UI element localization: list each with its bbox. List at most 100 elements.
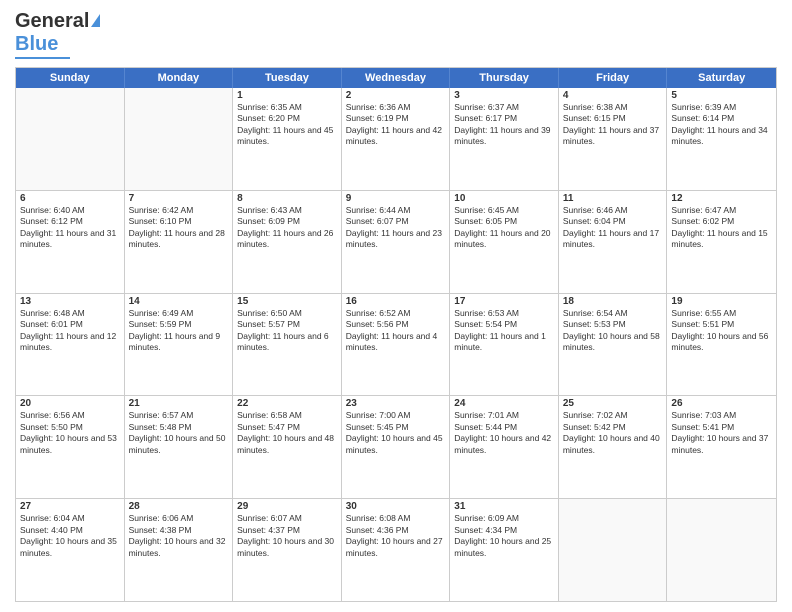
day-number: 2 [346,90,446,101]
daylight-text: Daylight: 11 hours and 42 minutes. [346,125,446,148]
daylight-text: Daylight: 10 hours and 50 minutes. [129,433,229,456]
sunset-text: Sunset: 4:37 PM [237,525,337,536]
header-day-saturday: Saturday [667,68,776,88]
header-day-friday: Friday [559,68,668,88]
day-number: 16 [346,296,446,307]
sunset-text: Sunset: 6:12 PM [20,216,120,227]
daylight-text: Daylight: 11 hours and 4 minutes. [346,331,446,354]
sunset-text: Sunset: 4:38 PM [129,525,229,536]
day-number: 15 [237,296,337,307]
sunset-text: Sunset: 5:53 PM [563,319,663,330]
daylight-text: Daylight: 10 hours and 40 minutes. [563,433,663,456]
sunset-text: Sunset: 5:44 PM [454,422,554,433]
day-number: 7 [129,193,229,204]
calendar-cell: 17Sunrise: 6:53 AMSunset: 5:54 PMDayligh… [450,294,559,396]
calendar-cell: 15Sunrise: 6:50 AMSunset: 5:57 PMDayligh… [233,294,342,396]
sunrise-text: Sunrise: 6:40 AM [20,205,120,216]
day-number: 23 [346,398,446,409]
day-number: 13 [20,296,120,307]
day-number: 3 [454,90,554,101]
day-number: 12 [671,193,772,204]
sunset-text: Sunset: 5:45 PM [346,422,446,433]
sunset-text: Sunset: 6:07 PM [346,216,446,227]
day-number: 10 [454,193,554,204]
sunrise-text: Sunrise: 6:52 AM [346,308,446,319]
logo-blue: Blue [15,33,58,56]
sunset-text: Sunset: 5:50 PM [20,422,120,433]
calendar-cell: 20Sunrise: 6:56 AMSunset: 5:50 PMDayligh… [16,396,125,498]
day-number: 31 [454,501,554,512]
sunrise-text: Sunrise: 6:09 AM [454,513,554,524]
calendar-cell: 7Sunrise: 6:42 AMSunset: 6:10 PMDaylight… [125,191,234,293]
day-number: 27 [20,501,120,512]
sunset-text: Sunset: 5:57 PM [237,319,337,330]
daylight-text: Daylight: 11 hours and 45 minutes. [237,125,337,148]
calendar-row: 20Sunrise: 6:56 AMSunset: 5:50 PMDayligh… [16,395,776,498]
sunrise-text: Sunrise: 6:48 AM [20,308,120,319]
daylight-text: Daylight: 10 hours and 32 minutes. [129,536,229,559]
sunrise-text: Sunrise: 6:07 AM [237,513,337,524]
day-number: 18 [563,296,663,307]
sunrise-text: Sunrise: 6:46 AM [563,205,663,216]
day-number: 26 [671,398,772,409]
sunset-text: Sunset: 4:36 PM [346,525,446,536]
day-number: 30 [346,501,446,512]
sunrise-text: Sunrise: 6:50 AM [237,308,337,319]
sunset-text: Sunset: 5:59 PM [129,319,229,330]
day-number: 29 [237,501,337,512]
page: General Blue SundayMondayTuesdayWednesda… [0,0,792,612]
calendar-cell: 14Sunrise: 6:49 AMSunset: 5:59 PMDayligh… [125,294,234,396]
day-number: 20 [20,398,120,409]
sunset-text: Sunset: 6:02 PM [671,216,772,227]
sunrise-text: Sunrise: 6:44 AM [346,205,446,216]
day-number: 25 [563,398,663,409]
daylight-text: Daylight: 11 hours and 31 minutes. [20,228,120,251]
sunrise-text: Sunrise: 6:35 AM [237,102,337,113]
sunrise-text: Sunrise: 6:47 AM [671,205,772,216]
sunset-text: Sunset: 6:10 PM [129,216,229,227]
day-number: 17 [454,296,554,307]
sunrise-text: Sunrise: 6:43 AM [237,205,337,216]
calendar-cell [559,499,668,601]
calendar-cell: 3Sunrise: 6:37 AMSunset: 6:17 PMDaylight… [450,88,559,190]
sunrise-text: Sunrise: 6:08 AM [346,513,446,524]
daylight-text: Daylight: 10 hours and 30 minutes. [237,536,337,559]
sunset-text: Sunset: 6:17 PM [454,113,554,124]
calendar-cell: 6Sunrise: 6:40 AMSunset: 6:12 PMDaylight… [16,191,125,293]
calendar-cell: 27Sunrise: 6:04 AMSunset: 4:40 PMDayligh… [16,499,125,601]
sunset-text: Sunset: 5:51 PM [671,319,772,330]
calendar-row: 27Sunrise: 6:04 AMSunset: 4:40 PMDayligh… [16,498,776,601]
daylight-text: Daylight: 10 hours and 35 minutes. [20,536,120,559]
sunset-text: Sunset: 5:56 PM [346,319,446,330]
daylight-text: Daylight: 10 hours and 58 minutes. [563,331,663,354]
logo-triangle-icon [91,14,100,27]
header-day-sunday: Sunday [16,68,125,88]
sunrise-text: Sunrise: 6:54 AM [563,308,663,319]
day-number: 6 [20,193,120,204]
header-day-thursday: Thursday [450,68,559,88]
calendar-cell: 12Sunrise: 6:47 AMSunset: 6:02 PMDayligh… [667,191,776,293]
day-number: 24 [454,398,554,409]
header-day-wednesday: Wednesday [342,68,451,88]
logo: General Blue [15,10,100,59]
header: General Blue [15,10,777,59]
calendar-cell: 29Sunrise: 6:07 AMSunset: 4:37 PMDayligh… [233,499,342,601]
day-number: 5 [671,90,772,101]
daylight-text: Daylight: 10 hours and 42 minutes. [454,433,554,456]
daylight-text: Daylight: 11 hours and 9 minutes. [129,331,229,354]
calendar-row: 13Sunrise: 6:48 AMSunset: 6:01 PMDayligh… [16,293,776,396]
header-day-monday: Monday [125,68,234,88]
day-number: 22 [237,398,337,409]
calendar-cell: 24Sunrise: 7:01 AMSunset: 5:44 PMDayligh… [450,396,559,498]
sunrise-text: Sunrise: 6:55 AM [671,308,772,319]
daylight-text: Daylight: 10 hours and 37 minutes. [671,433,772,456]
sunrise-text: Sunrise: 7:00 AM [346,410,446,421]
calendar-cell: 13Sunrise: 6:48 AMSunset: 6:01 PMDayligh… [16,294,125,396]
sunrise-text: Sunrise: 7:03 AM [671,410,772,421]
sunrise-text: Sunrise: 6:39 AM [671,102,772,113]
calendar-cell: 26Sunrise: 7:03 AMSunset: 5:41 PMDayligh… [667,396,776,498]
sunrise-text: Sunrise: 7:01 AM [454,410,554,421]
calendar-cell: 31Sunrise: 6:09 AMSunset: 4:34 PMDayligh… [450,499,559,601]
calendar-cell: 2Sunrise: 6:36 AMSunset: 6:19 PMDaylight… [342,88,451,190]
sunrise-text: Sunrise: 6:37 AM [454,102,554,113]
